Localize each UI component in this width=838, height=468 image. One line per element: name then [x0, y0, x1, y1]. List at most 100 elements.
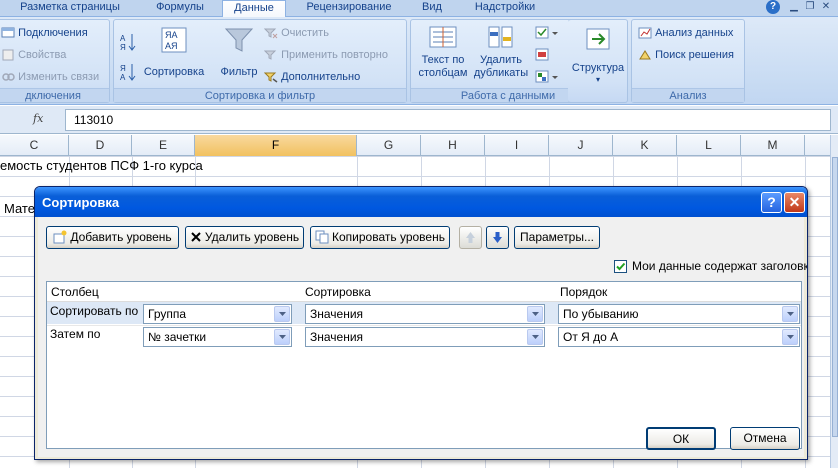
column-header-d[interactable]: D — [69, 135, 132, 156]
column-header-l[interactable]: L — [677, 135, 741, 156]
help-icon[interactable]: ? — [766, 0, 780, 14]
chevron-down-icon[interactable] — [527, 329, 543, 345]
advanced-filter-button[interactable]: Дополнительно — [264, 71, 360, 83]
dialog-close-button[interactable]: ✕ — [784, 192, 805, 213]
properties-label: Свойства — [18, 49, 67, 61]
ribbon-tab-bar: Разметка страницы Формулы Данные Рецензи… — [0, 0, 838, 18]
has-headers-checkbox[interactable] — [614, 260, 627, 273]
reapply-button[interactable]: Применить повторно — [264, 49, 388, 61]
column-header-c[interactable]: C — [0, 135, 69, 156]
remove-duplicates-button[interactable]: Удалить дубликаты — [473, 24, 529, 80]
restore-icon[interactable]: ❐ — [804, 1, 816, 13]
group-label-sort-filter: Сортировка и фильтр — [114, 88, 406, 102]
ok-button[interactable]: ОК — [646, 427, 716, 450]
minimize-icon[interactable]: ▁ — [788, 1, 800, 13]
dialog-help-button[interactable]: ? — [761, 192, 782, 213]
add-level-button[interactable]: Добавить уровень — [46, 226, 179, 249]
properties-button[interactable]: Свойства — [1, 49, 66, 61]
tab-formulas[interactable]: Формулы — [142, 0, 218, 17]
column-header-j[interactable]: J — [549, 135, 613, 156]
column-header-h[interactable]: H — [421, 135, 485, 156]
reapply-label: Применить повторно — [281, 49, 388, 61]
row-2-sort-on-select[interactable]: Значения — [305, 327, 545, 347]
sort-za-button[interactable]: ЯА — [120, 62, 136, 85]
chevron-down-icon[interactable] — [274, 306, 290, 322]
tab-page-layout[interactable]: Разметка страницы — [8, 0, 132, 17]
sort-dialog: Сортировка ? ✕ Добавить уровень Удалить … — [34, 186, 808, 460]
arrow-down-icon — [493, 232, 502, 243]
sort-az-button[interactable]: АЯ — [120, 32, 136, 55]
close-icon[interactable]: ✕ — [820, 1, 832, 13]
column-header-i[interactable]: I — [485, 135, 549, 156]
cancel-button[interactable]: Отмена — [730, 427, 800, 450]
what-if-analysis-button[interactable] — [535, 70, 559, 87]
data-analysis-button[interactable]: Анализ данных — [638, 27, 733, 39]
edit-links-label: Изменить связи — [18, 71, 100, 83]
copy-level-button[interactable]: Копировать уровень — [310, 226, 450, 249]
row-2-order-select[interactable]: От Я до А — [558, 327, 800, 347]
text-to-columns-button[interactable]: Текст по столбцам — [415, 24, 471, 80]
solver-label: Поиск решения — [655, 49, 734, 61]
data-analysis-label: Анализ данных — [655, 27, 734, 39]
row-1-sort-on-value: Значения — [310, 307, 364, 321]
text-to-columns-icon — [429, 26, 457, 48]
column-header-f[interactable]: F — [195, 135, 357, 156]
tab-review[interactable]: Рецензирование — [290, 0, 408, 17]
tab-addins[interactable]: Надстройки — [460, 0, 550, 17]
edit-links-button[interactable]: Изменить связи — [1, 71, 99, 83]
filter-button[interactable]: Фильтр — [216, 26, 262, 78]
copy-level-label: Копировать уровень — [332, 230, 445, 244]
column-header-m[interactable]: M — [741, 135, 805, 156]
formula-input[interactable]: 113010 — [65, 109, 831, 131]
column-header-row: C D E F G H I J K L M — [0, 135, 830, 156]
clear-button[interactable]: Очистить — [264, 27, 329, 39]
what-if-icon — [535, 70, 558, 83]
row-2-label: Затем по — [50, 327, 101, 341]
svg-text:А: А — [120, 73, 126, 82]
chevron-down-icon[interactable] — [782, 329, 798, 345]
chevron-down-icon[interactable] — [274, 329, 290, 345]
sort-asc-icon: АЯ — [120, 34, 136, 52]
insert-function-icon[interactable]: fx — [33, 112, 43, 125]
add-level-label: Добавить уровень — [70, 230, 172, 244]
tab-view[interactable]: Вид — [412, 0, 452, 17]
dialog-title-bar[interactable]: Сортировка ? ✕ — [35, 187, 807, 217]
row-1-column-select[interactable]: Группа — [143, 304, 292, 324]
column-header-e[interactable]: E — [132, 135, 195, 156]
row-1-order-select[interactable]: По убыванию — [558, 304, 800, 324]
advanced-label: Дополнительно — [281, 71, 361, 83]
move-up-button[interactable] — [459, 226, 482, 249]
has-headers-label[interactable]: Мои данные содержат заголовки — [632, 259, 807, 273]
row-2-order-value: От Я до А — [563, 330, 619, 344]
outline-button[interactable]: Структура ▾ — [568, 26, 628, 84]
chevron-down-icon[interactable] — [527, 306, 543, 322]
sort-desc-icon: ЯА — [120, 64, 136, 82]
data-validation-button[interactable] — [535, 26, 559, 43]
sort-label: Сортировка — [143, 66, 205, 78]
tab-data[interactable]: Данные — [222, 0, 286, 18]
row-1-order-value: По убыванию — [563, 307, 639, 321]
sort-icon: ЯААЯ — [161, 27, 187, 53]
delete-level-button[interactable]: Удалить уровень — [185, 226, 304, 249]
solver-button[interactable]: Поиск решения — [638, 49, 734, 61]
outline-dropdown-icon: ▾ — [595, 75, 600, 84]
column-header-k[interactable]: K — [613, 135, 677, 156]
partial-cell[interactable]: Мате — [4, 201, 35, 216]
consolidate-button[interactable] — [535, 48, 559, 65]
sort-levels-list: Столбец Сортировка Порядок Сортировать п… — [46, 281, 802, 449]
vertical-scrollbar[interactable] — [830, 135, 838, 468]
options-button[interactable]: Параметры... — [514, 226, 600, 249]
sheet-title-cell[interactable]: емость студентов ПСФ 1-го курса — [0, 158, 203, 173]
remove-duplicates-label-2: дубликаты — [473, 67, 529, 79]
connections-button[interactable]: Подключения — [1, 27, 88, 39]
sort-button[interactable]: ЯА АЯ Сортировка — [140, 26, 208, 78]
row-1-sort-on-select[interactable]: Значения — [305, 304, 545, 324]
remove-duplicates-label-1: Удалить — [480, 54, 522, 66]
advanced-filter-icon — [264, 72, 278, 83]
scrollbar-thumb[interactable] — [832, 157, 838, 437]
group-label-analysis: Анализ — [632, 88, 744, 102]
row-2-column-select[interactable]: № зачетки — [143, 327, 292, 347]
column-header-g[interactable]: G — [357, 135, 421, 156]
chevron-down-icon[interactable] — [782, 306, 798, 322]
move-down-button[interactable] — [486, 226, 509, 249]
